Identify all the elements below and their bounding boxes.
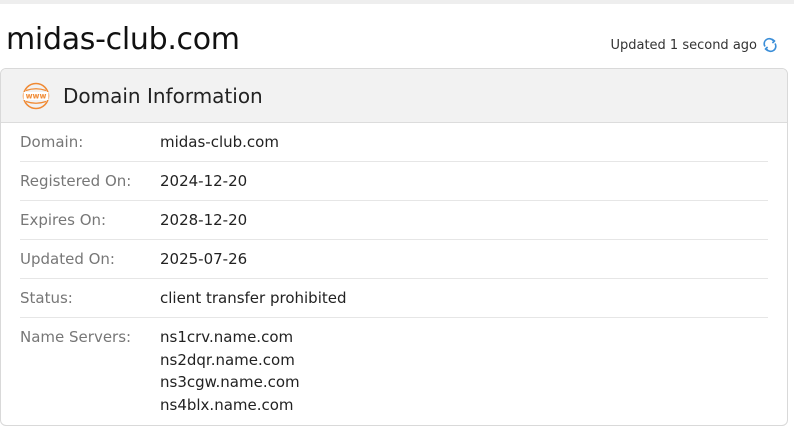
row-label: Expires On: (20, 211, 107, 229)
page-title: midas-club.com (6, 22, 240, 57)
name-server-item: ns1crv.name.com (160, 328, 294, 346)
updated-status: Updated 1 second ago (610, 37, 778, 53)
top-divider-bar (0, 0, 794, 4)
row-value: midas-club.com (160, 133, 279, 151)
domain-information-card: www Domain Information Domain: midas-clu… (0, 68, 788, 426)
row-registered-on: Registered On: 2024-12-20 (20, 162, 768, 201)
name-server-item: ns2dqr.name.com (160, 350, 295, 369)
row-label: Status: (20, 289, 73, 307)
row-name-servers: Name Servers: ns1crv.name.com ns2dqr.nam… (20, 318, 768, 416)
card-header: www Domain Information (1, 69, 787, 123)
name-server-item: ns4blx.name.com (160, 395, 294, 414)
row-label: Updated On: (20, 250, 115, 268)
row-value: 2024-12-20 (160, 172, 248, 190)
svg-text:www: www (26, 91, 47, 100)
row-status: Status: client transfer prohibited (20, 279, 768, 318)
name-server-list: ns1crv.name.com ns2dqr.name.com ns3cgw.n… (160, 318, 300, 416)
row-expires-on: Expires On: 2028-12-20 (20, 201, 768, 240)
row-domain: Domain: midas-club.com (20, 123, 768, 162)
row-label: Domain: (20, 133, 84, 151)
www-globe-icon: www (22, 82, 50, 110)
name-server-item: ns3cgw.name.com (160, 373, 300, 391)
card-title: Domain Information (63, 83, 263, 108)
row-value: 2028-12-20 (160, 211, 248, 229)
updated-text: Updated 1 second ago (610, 37, 757, 53)
domain-info-rows: Domain: midas-club.com Registered On: 20… (1, 123, 787, 416)
row-updated-on: Updated On: 2025-07-26 (20, 240, 768, 279)
refresh-icon[interactable] (762, 37, 778, 53)
row-value: 2025-07-26 (160, 250, 248, 268)
row-label: Registered On: (20, 172, 132, 190)
row-value: client transfer prohibited (160, 289, 347, 307)
row-label: Name Servers: (20, 328, 132, 346)
